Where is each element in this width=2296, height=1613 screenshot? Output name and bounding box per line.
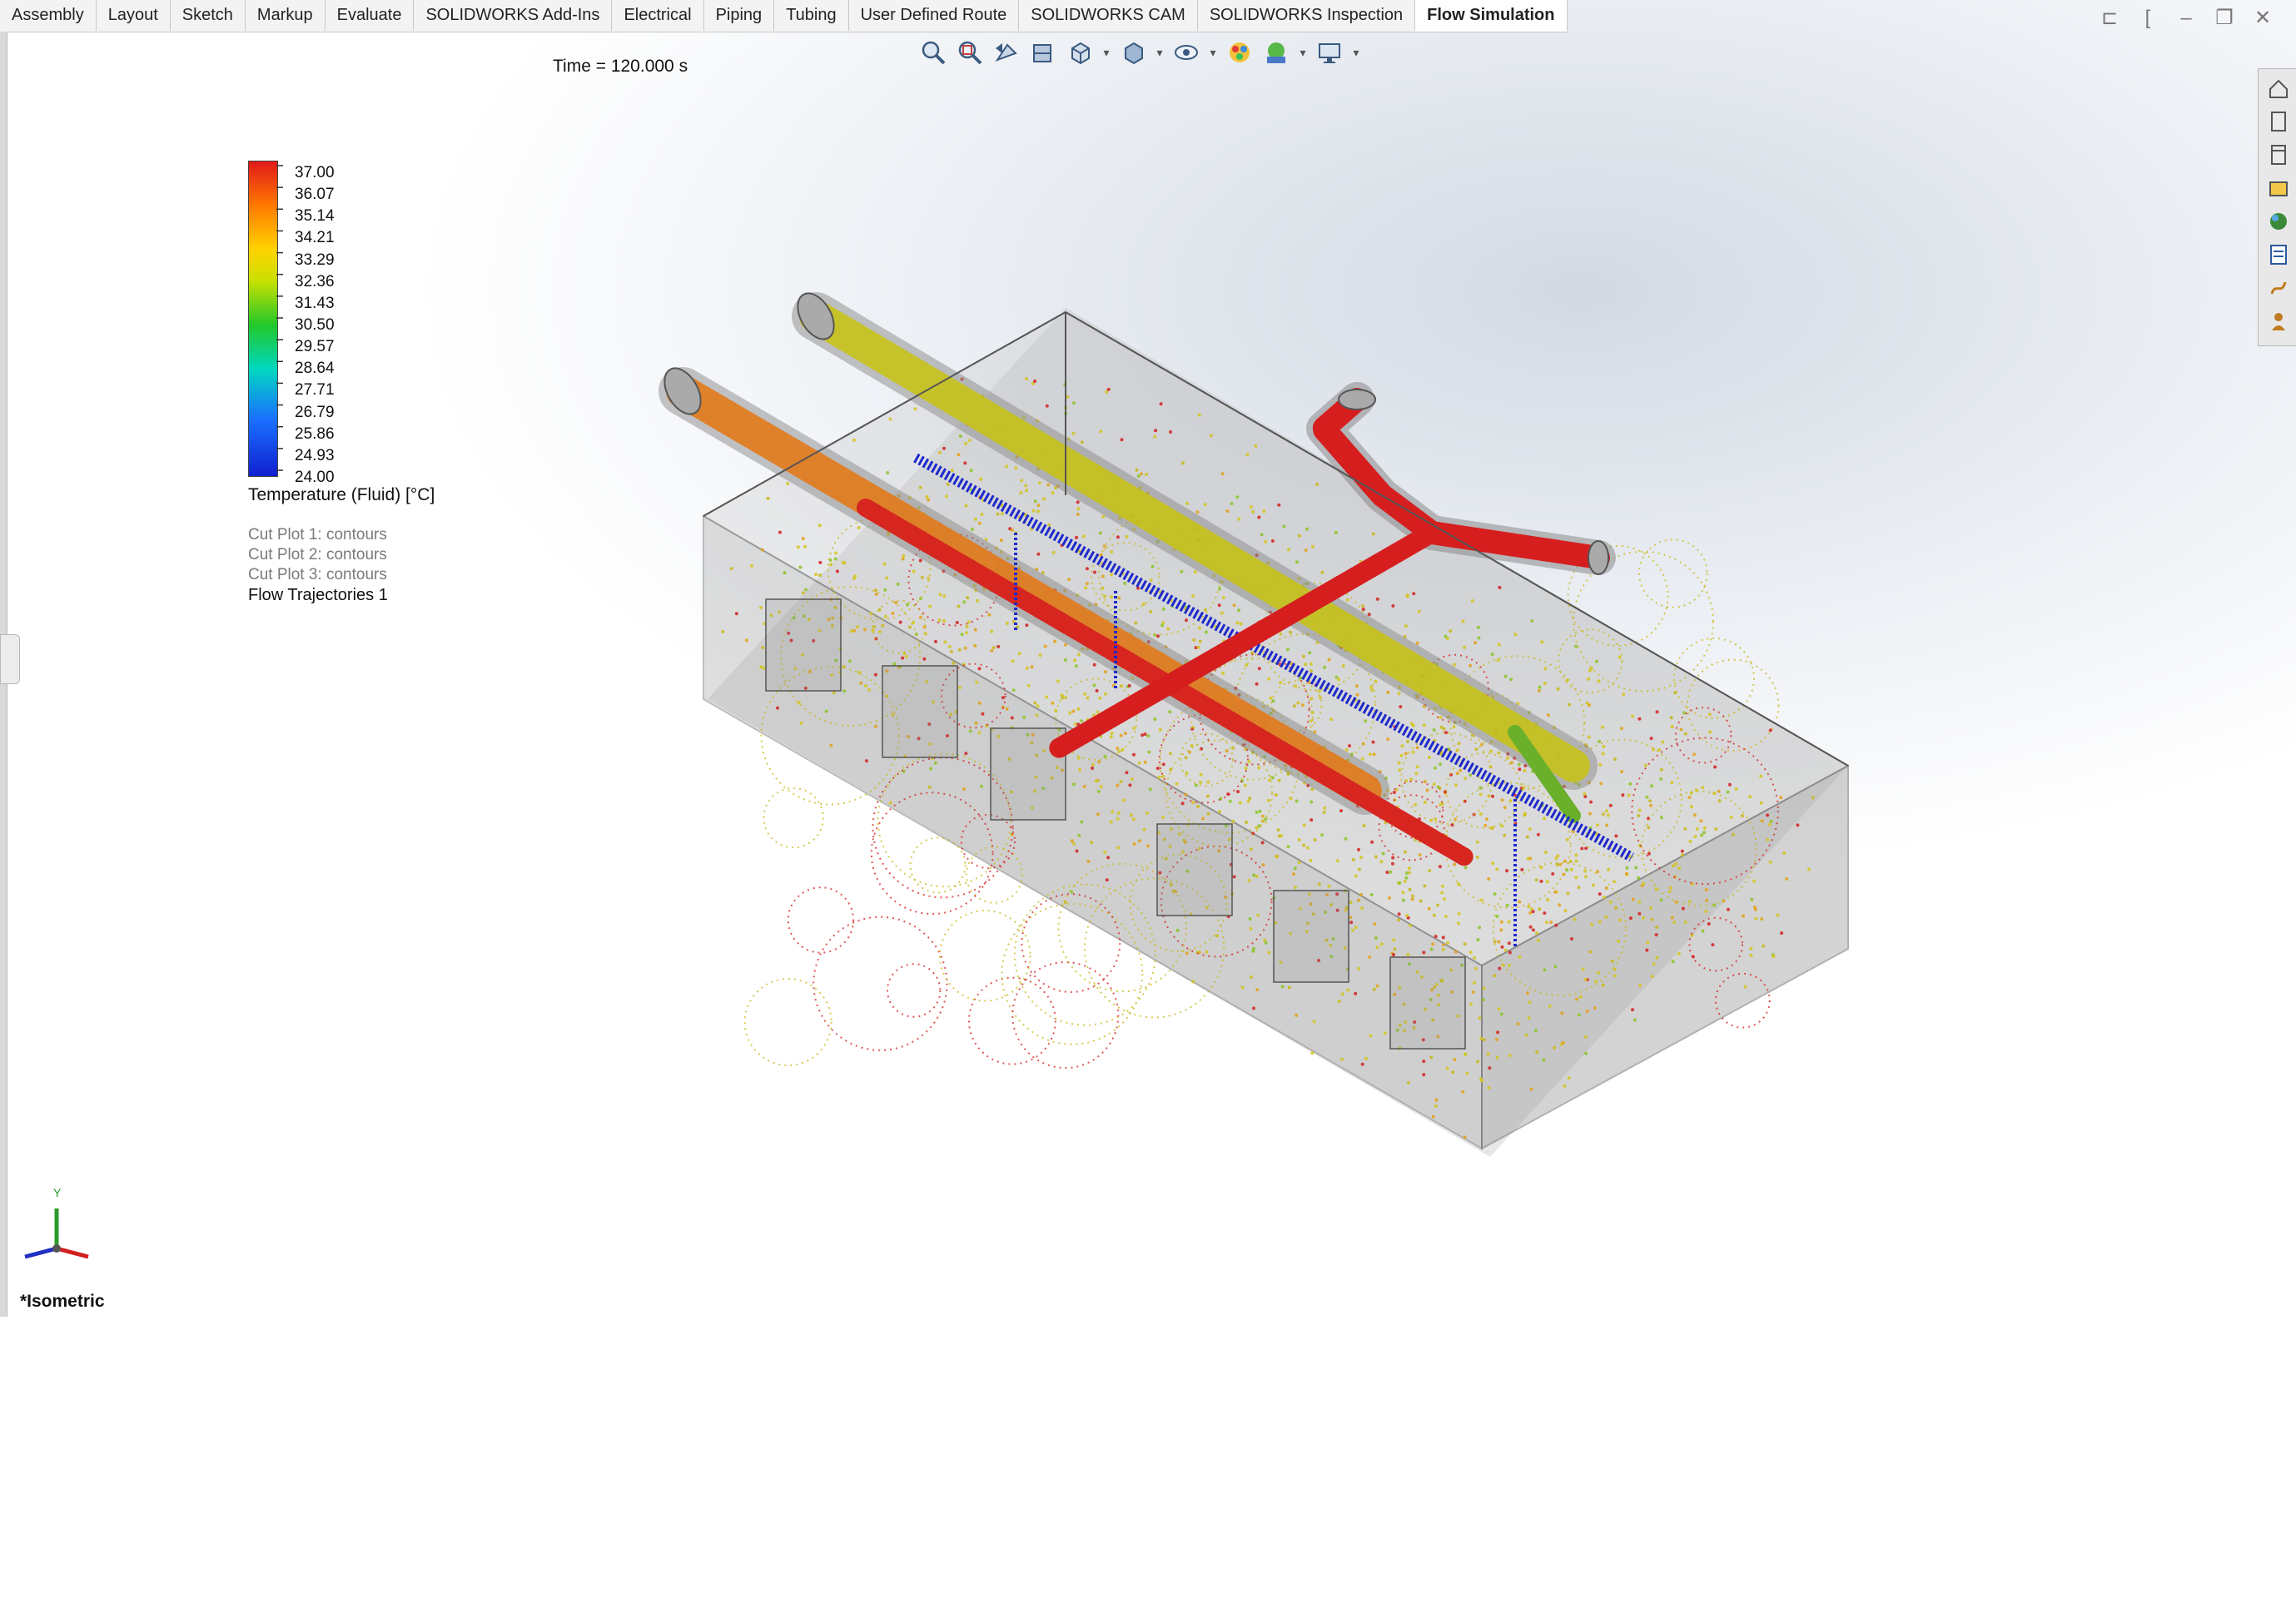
- view-settings-dropdown-icon[interactable]: ▾: [1350, 37, 1362, 68]
- plot-list: Cut Plot 1: contours Cut Plot 2: contours…: [248, 525, 388, 605]
- tab-evaluate[interactable]: Evaluate: [326, 0, 415, 31]
- legend-value: 25.86: [295, 424, 335, 443]
- graphics-area[interactable]: Assembly Layout Sketch Markup Evaluate SOLIDW…: [0, 0, 2296, 1317]
- zoom-to-area-icon[interactable]: [954, 37, 986, 68]
- legend-value: 24.93: [295, 446, 335, 464]
- legend-ticks: [276, 165, 283, 471]
- view-orientation-label: *Isometric: [20, 1292, 105, 1311]
- pin-icon[interactable]: [: [2136, 7, 2159, 30]
- legend-value: 24.00: [295, 469, 335, 486]
- edit-appearance-icon[interactable]: [1224, 37, 1255, 68]
- task-pane-solidworks-forum-icon[interactable]: [2267, 309, 2290, 334]
- tab-flow-simulation[interactable]: Flow Simulation: [1415, 0, 1568, 32]
- apply-scene-dropdown-icon[interactable]: ▾: [1297, 37, 1309, 68]
- legend-value: 37.00: [295, 164, 335, 181]
- legend-value: 30.50: [295, 316, 335, 334]
- minimize-icon[interactable]: –: [2174, 7, 2198, 30]
- legend-value: 33.29: [295, 251, 335, 269]
- hide-show-items-icon[interactable]: [1170, 37, 1202, 68]
- display-style-dropdown-icon[interactable]: ▾: [1154, 37, 1165, 68]
- legend-value: 27.71: [295, 381, 335, 400]
- heads-up-view-toolbar: ▾ ▾ ▾ ▾ ▾: [917, 37, 1362, 68]
- task-pane-flow-analysis-icon[interactable]: [2267, 275, 2290, 300]
- tab-user-defined-route[interactable]: User Defined Route: [849, 0, 1020, 31]
- view-orientation-icon[interactable]: [1064, 37, 1096, 68]
- tab-assembly[interactable]: Assembly: [0, 0, 97, 31]
- tab-solidworks-inspection[interactable]: SOLIDWORKS Inspection: [1198, 0, 1416, 31]
- triad-y-label: Y: [53, 1186, 62, 1199]
- reference-triad[interactable]: Y: [15, 1179, 107, 1270]
- task-pane-home-icon[interactable]: [2267, 76, 2290, 101]
- apply-scene-icon[interactable]: [1260, 37, 1292, 68]
- task-pane-resources-icon[interactable]: [2267, 109, 2290, 134]
- task-pane-design-library-icon[interactable]: [2267, 142, 2290, 167]
- tab-solidworks-cam[interactable]: SOLIDWORKS CAM: [1019, 0, 1198, 31]
- legend-value: 26.79: [295, 403, 335, 421]
- display-style-icon[interactable]: [1117, 37, 1149, 68]
- tab-sketch[interactable]: Sketch: [171, 0, 246, 31]
- task-pane-custom-properties-icon[interactable]: [2267, 242, 2290, 267]
- restore-left-icon[interactable]: ⊏: [2098, 7, 2121, 30]
- legend-value: 35.14: [295, 207, 335, 226]
- task-pane-file-explorer-icon[interactable]: [2267, 176, 2290, 201]
- tab-tubing[interactable]: Tubing: [774, 0, 849, 31]
- zoom-to-fit-icon[interactable]: [917, 37, 949, 68]
- cut-plot-item[interactable]: Cut Plot 2: contours: [248, 545, 388, 565]
- cut-plot-item[interactable]: Cut Plot 1: contours: [248, 525, 388, 545]
- legend-value: 28.64: [295, 360, 335, 378]
- tab-solidworks-add-ins[interactable]: SOLIDWORKS Add-Ins: [414, 0, 613, 31]
- legend-value: 31.43: [295, 294, 335, 312]
- time-label: Time = 120.000 s: [553, 57, 688, 76]
- section-view-icon[interactable]: [1027, 37, 1059, 68]
- view-orientation-dropdown-icon[interactable]: ▾: [1101, 37, 1112, 68]
- legend-value: 32.36: [295, 272, 335, 290]
- legend-title: Temperature (Fluid) [°C]: [248, 485, 435, 504]
- panel-flyout-handle[interactable]: [0, 634, 20, 684]
- flow-trajectories-item[interactable]: Flow Trajectories 1: [248, 585, 388, 605]
- hide-show-dropdown-icon[interactable]: ▾: [1207, 37, 1219, 68]
- color-scale-bar: [248, 161, 278, 477]
- legend-value: 36.07: [295, 186, 335, 204]
- tab-electrical[interactable]: Electrical: [612, 0, 704, 31]
- window-controls: ⊏ [ – ❐ ✕: [2098, 7, 2274, 30]
- tab-piping[interactable]: Piping: [704, 0, 775, 31]
- task-pane-appearances-icon[interactable]: [2267, 209, 2290, 234]
- cut-plot-item[interactable]: Cut Plot 3: contours: [248, 565, 388, 585]
- legend-value: 29.57: [295, 338, 335, 356]
- legend-value: 34.21: [295, 229, 335, 247]
- tab-markup[interactable]: Markup: [246, 0, 326, 31]
- tab-layout[interactable]: Layout: [97, 0, 171, 31]
- flow-trajectories-model[interactable]: [649, 283, 1881, 1157]
- command-manager-tabs: Assembly Layout Sketch Markup Evaluate SOLIDW…: [0, 0, 1568, 32]
- previous-view-icon[interactable]: [991, 37, 1022, 68]
- view-settings-icon[interactable]: [1314, 37, 1345, 68]
- close-icon[interactable]: ✕: [2251, 7, 2274, 30]
- task-pane-tabs: [2258, 68, 2296, 346]
- maximize-icon[interactable]: ❐: [2213, 7, 2236, 30]
